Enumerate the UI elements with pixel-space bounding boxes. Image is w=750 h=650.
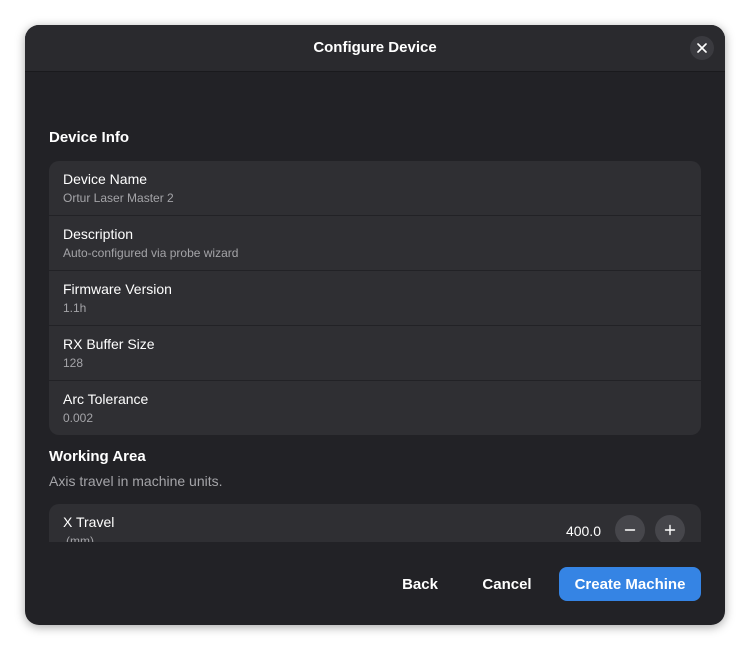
row-title: Arc Tolerance <box>63 391 149 407</box>
row-value: 128 <box>63 356 84 370</box>
row-value: Auto-configured via probe wizard <box>63 246 239 260</box>
rx-buffer-size-row[interactable]: RX Buffer Size 128 <box>49 326 701 381</box>
row-title: Device Name <box>63 171 148 187</box>
description-row[interactable]: Description Auto-configured via probe wi… <box>49 216 701 271</box>
row-value: 0.002 <box>63 411 94 425</box>
configure-device-dialog: Configure Device Device Info Device Name… <box>25 25 725 625</box>
decrement-button[interactable] <box>615 515 645 542</box>
row-title: RX Buffer Size <box>63 336 155 352</box>
back-button[interactable]: Back <box>390 567 450 601</box>
close-icon <box>697 43 707 53</box>
row-unit: (mm) <box>66 534 94 542</box>
arc-tolerance-row[interactable]: Arc Tolerance 0.002 <box>49 381 701 435</box>
cancel-button[interactable]: Cancel <box>471 567 543 601</box>
minus-icon <box>624 529 636 531</box>
create-machine-button[interactable]: Create Machine <box>559 567 701 601</box>
increment-button[interactable] <box>655 515 685 542</box>
dialog-content[interactable]: Device Info Device Name Ortur Laser Mast… <box>25 72 725 542</box>
row-title: Firmware Version <box>63 281 172 297</box>
device-info-group: Device Name Ortur Laser Master 2 Descrip… <box>49 161 701 435</box>
device-name-row[interactable]: Device Name Ortur Laser Master 2 <box>49 161 701 216</box>
firmware-version-row[interactable]: Firmware Version 1.1h <box>49 271 701 326</box>
row-title: Description <box>63 226 134 242</box>
device-info-heading: Device Info <box>49 129 130 146</box>
x-travel-value[interactable]: 400.0 <box>566 523 601 539</box>
working-area-description: Axis travel in machine units. <box>49 473 223 489</box>
row-value: Ortur Laser Master 2 <box>63 191 174 205</box>
working-area-heading: Working Area <box>49 448 146 465</box>
row-title: X Travel <box>63 514 115 530</box>
x-travel-row: X Travel (mm) 400.0 <box>49 504 701 542</box>
dialog-title: Configure Device <box>313 39 437 56</box>
working-area-group: X Travel (mm) 400.0 <box>49 504 701 542</box>
dialog-header: Configure Device <box>25 25 725 72</box>
row-value: 1.1h <box>63 301 87 315</box>
close-button[interactable] <box>690 36 714 60</box>
plus-icon <box>664 524 676 536</box>
